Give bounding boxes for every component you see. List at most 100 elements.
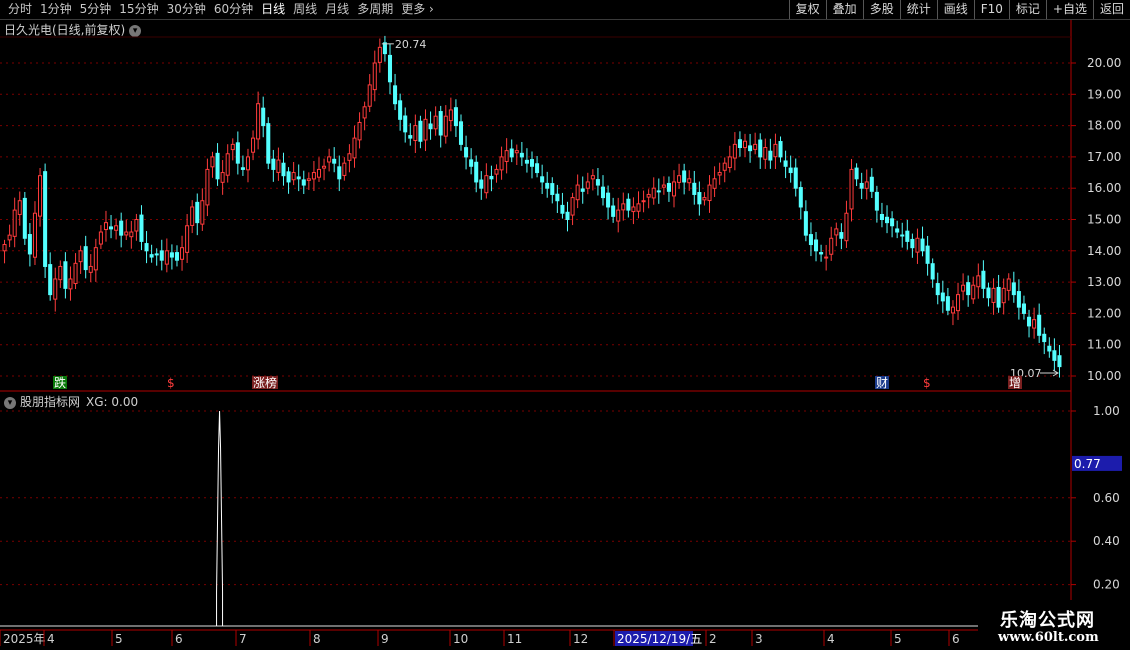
candle-body xyxy=(727,156,732,169)
candle-body xyxy=(1027,316,1032,327)
candle-body xyxy=(256,103,261,140)
candle-body xyxy=(311,172,316,180)
candle-body xyxy=(53,278,58,300)
candle-body xyxy=(342,162,347,176)
kline-chart[interactable]: 20.00 19.00 18.00 17.00 16.00 15.00 14.00 13.00… xyxy=(0,0,1130,650)
candle-body xyxy=(322,165,327,169)
candle-body xyxy=(641,200,646,203)
candle-body xyxy=(149,254,154,258)
marker-badge-label: $ xyxy=(923,376,931,390)
candle-body xyxy=(535,163,540,174)
candle-body xyxy=(17,200,22,215)
candle-body xyxy=(114,225,119,231)
candle-body xyxy=(1011,282,1016,296)
candle-body xyxy=(1001,287,1006,304)
candle-body xyxy=(453,107,458,127)
candle-body xyxy=(32,212,37,258)
candle-body xyxy=(555,193,560,202)
time-label: 12 xyxy=(573,632,588,646)
candle-body xyxy=(514,150,519,154)
candle-body xyxy=(940,292,945,302)
candle-body xyxy=(758,139,763,158)
candle-body xyxy=(1016,291,1021,308)
candle-body xyxy=(352,137,357,159)
candle-body xyxy=(139,214,144,242)
time-label: 9 xyxy=(381,632,389,646)
candle-body xyxy=(854,167,859,180)
candle-body xyxy=(813,239,819,252)
candle-body xyxy=(748,145,753,152)
candle-body xyxy=(768,150,773,161)
candle-body xyxy=(636,203,641,212)
candle-body xyxy=(565,211,570,220)
time-label: 4 xyxy=(47,632,55,646)
candle-body xyxy=(164,250,169,265)
candle-body xyxy=(885,216,890,224)
marker-badge-label: 增 xyxy=(1009,376,1021,390)
indicator-label: 1.00 xyxy=(1093,404,1120,418)
price-label: 19.00 xyxy=(1087,87,1121,101)
candle-body xyxy=(783,160,788,167)
time-label: 3 xyxy=(755,632,763,646)
candle-body xyxy=(600,186,606,199)
candle-body xyxy=(1021,303,1026,314)
candle-body xyxy=(174,252,179,261)
candle-body xyxy=(129,231,134,238)
candle-body xyxy=(692,182,697,195)
candle-body xyxy=(433,115,438,130)
candle-body xyxy=(697,192,702,205)
candle-body xyxy=(834,228,839,236)
indicator-label: 0.20 xyxy=(1093,578,1120,592)
price-label: 14.00 xyxy=(1087,244,1121,258)
candle-body xyxy=(986,287,991,299)
price-label: 15.00 xyxy=(1087,213,1121,227)
price-label: 12.00 xyxy=(1087,306,1121,320)
candle-body xyxy=(966,282,971,296)
candle-body xyxy=(499,156,504,171)
candle-body xyxy=(362,106,367,119)
candle-body xyxy=(585,181,590,189)
candle-body xyxy=(793,167,798,189)
candle-body xyxy=(824,256,829,259)
candle-body xyxy=(240,167,245,170)
marker-badge-label: 涨榜 xyxy=(253,375,277,390)
candle-body xyxy=(611,205,616,217)
candle-body xyxy=(976,275,981,288)
price-label: 18.00 xyxy=(1087,119,1121,133)
candle-body xyxy=(413,125,418,141)
candle-body xyxy=(666,182,671,192)
candle-body xyxy=(215,152,220,180)
candle-body xyxy=(88,265,93,273)
candle-body xyxy=(195,201,200,224)
candle-body xyxy=(68,278,73,290)
candle-body xyxy=(773,143,778,158)
candle-body xyxy=(869,176,874,192)
candle-body xyxy=(484,175,489,194)
price-label: 17.00 xyxy=(1087,150,1121,164)
candle-body xyxy=(306,178,311,181)
candle-body xyxy=(930,263,935,280)
candle-body xyxy=(12,209,17,237)
candle-body xyxy=(418,120,423,142)
candle-body xyxy=(387,54,393,83)
candle-body xyxy=(920,238,925,252)
candle-body xyxy=(687,178,692,184)
candle-body xyxy=(1042,333,1047,343)
current-value-label: 0.77 xyxy=(1074,457,1101,471)
candle-body xyxy=(798,187,803,208)
candle-body xyxy=(864,181,869,189)
candle-body xyxy=(895,228,900,233)
candle-body xyxy=(316,168,322,178)
candle-body xyxy=(717,172,722,176)
candle-body xyxy=(372,62,377,91)
candle-body xyxy=(43,171,48,267)
candle-body xyxy=(925,245,930,264)
candle-body xyxy=(235,142,240,164)
candle-body xyxy=(590,175,595,180)
candle-body xyxy=(245,156,251,171)
candle-body xyxy=(570,197,575,216)
time-label: 5 xyxy=(894,632,902,646)
time-label: 4 xyxy=(827,632,835,646)
candle-body xyxy=(443,115,448,137)
candle-body xyxy=(109,226,114,230)
